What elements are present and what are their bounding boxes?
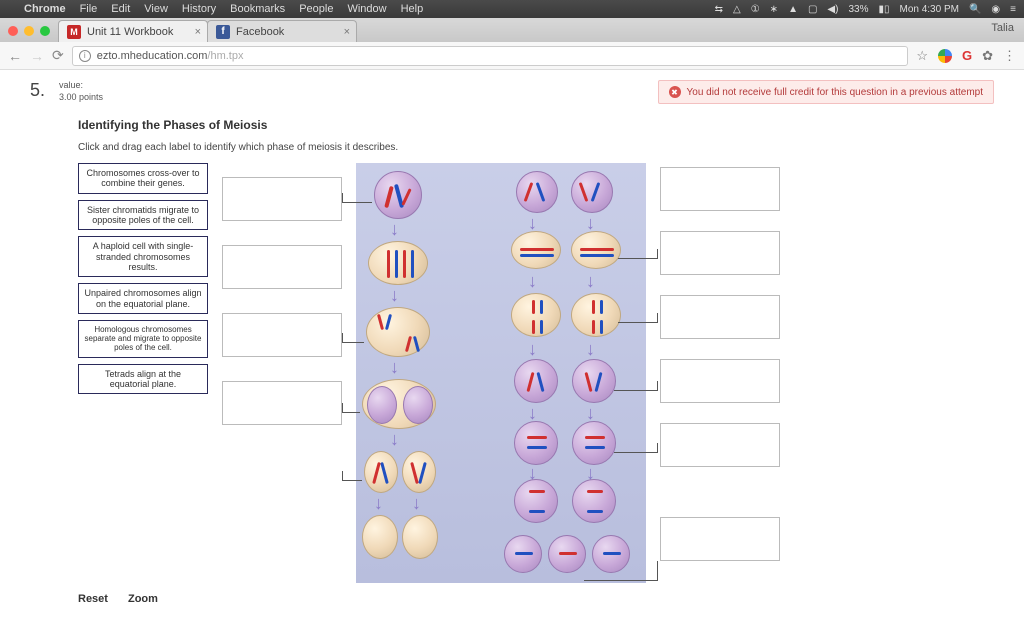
minimize-window[interactable]: [24, 26, 34, 36]
drop-slot[interactable]: [660, 231, 780, 275]
drop-targets-right: [660, 163, 780, 583]
bluetooth-icon[interactable]: ∗: [770, 4, 778, 15]
list-icon[interactable]: ≡: [1010, 4, 1016, 15]
drop-slot[interactable]: [222, 313, 342, 357]
drop-targets-left: [222, 163, 342, 583]
clock-icon[interactable]: ①: [751, 4, 760, 15]
drop-slot[interactable]: [222, 177, 342, 221]
menu-icon[interactable]: ⋮: [1003, 48, 1016, 64]
question-number: 5.: [30, 80, 45, 101]
extension-icon-2[interactable]: ✿: [982, 48, 993, 64]
drag-label[interactable]: Homologous chromosomes separate and migr…: [78, 320, 208, 358]
question-instruction: Click and drag each label to identify wh…: [78, 142, 994, 153]
zoom-button[interactable]: Zoom: [128, 593, 158, 605]
menu-window[interactable]: Window: [347, 3, 386, 15]
favicon-facebook: f: [216, 25, 230, 39]
tab-facebook[interactable]: f Facebook ×: [207, 20, 357, 42]
value-label: value:: [59, 80, 103, 92]
drop-slot[interactable]: [660, 167, 780, 211]
tab-label: Unit 11 Workbook: [87, 26, 173, 38]
menu-history[interactable]: History: [182, 3, 216, 15]
star-icon[interactable]: ☆: [916, 48, 928, 64]
question-title: Identifying the Phases of Meiosis: [78, 118, 994, 132]
browser-tabstrip: M Unit 11 Workbook × f Facebook × Talia: [0, 18, 1024, 42]
search-icon[interactable]: 🔍: [969, 4, 981, 15]
clock-text: Mon 4:30 PM: [899, 4, 958, 15]
favicon-mhe: M: [67, 25, 81, 39]
volume-icon[interactable]: ◀): [827, 4, 838, 15]
url-path: /hm.tpx: [207, 50, 243, 62]
credit-alert: ✖ You did not receive full credit for th…: [658, 80, 994, 104]
drop-slot[interactable]: [660, 517, 780, 561]
address-bar: ← → ⟳ i ezto.mheducation.com/hm.tpx ☆ G …: [0, 42, 1024, 70]
drag-label[interactable]: Unpaired chromosomes align on the equato…: [78, 283, 208, 314]
menu-help[interactable]: Help: [401, 3, 424, 15]
close-window[interactable]: [8, 26, 18, 36]
extension-icon[interactable]: G: [962, 48, 972, 63]
menu-view[interactable]: View: [144, 3, 168, 15]
alert-icon: ✖: [669, 86, 681, 98]
close-tab-icon[interactable]: ×: [195, 26, 201, 38]
battery-icon[interactable]: ▮▯: [878, 4, 889, 15]
label-bank: Chromosomes cross-over to combine their …: [78, 163, 208, 583]
google-icon[interactable]: [938, 49, 952, 63]
profile-name[interactable]: Talia: [991, 22, 1014, 34]
drop-slot[interactable]: [222, 245, 342, 289]
drop-slot[interactable]: [660, 423, 780, 467]
page-content: 5. value: 3.00 points ✖ You did not rece…: [0, 70, 1024, 640]
alert-text: You did not receive full credit for this…: [687, 87, 983, 98]
tab-label: Facebook: [236, 26, 284, 38]
macos-menubar: Chrome File Edit View History Bookmarks …: [0, 0, 1024, 18]
drag-label[interactable]: Tetrads align at the equatorial plane.: [78, 364, 208, 395]
drag-label[interactable]: A haploid cell with single-stranded chro…: [78, 236, 208, 277]
window-controls: [6, 26, 58, 42]
close-tab-icon[interactable]: ×: [344, 26, 350, 38]
meiosis-diagram: ↓ ↓ ↓ ↓: [356, 163, 646, 583]
drag-label[interactable]: Chromosomes cross-over to combine their …: [78, 163, 208, 194]
url-host: ezto.mheducation.com: [97, 50, 208, 62]
menu-people[interactable]: People: [299, 3, 333, 15]
menu-file[interactable]: File: [80, 3, 98, 15]
battery-text: 33%: [848, 4, 868, 15]
url-input[interactable]: i ezto.mheducation.com/hm.tpx: [72, 46, 909, 66]
menu-edit[interactable]: Edit: [111, 3, 130, 15]
drag-label[interactable]: Sister chromatids migrate to opposite po…: [78, 200, 208, 231]
app-name[interactable]: Chrome: [24, 3, 66, 15]
reset-button[interactable]: Reset: [78, 593, 108, 605]
maximize-window[interactable]: [40, 26, 50, 36]
back-button[interactable]: ←: [8, 48, 22, 64]
forward-button[interactable]: →: [30, 48, 44, 64]
site-info-icon[interactable]: i: [79, 50, 91, 62]
sync-icon[interactable]: ⇆: [715, 4, 723, 15]
points-text: 3.00 points: [59, 92, 103, 104]
reload-button[interactable]: ⟳: [52, 47, 64, 64]
drop-slot[interactable]: [660, 295, 780, 339]
tab-workbook[interactable]: M Unit 11 Workbook ×: [58, 20, 208, 42]
notification-icon[interactable]: ◉: [991, 4, 1000, 15]
menu-bookmarks[interactable]: Bookmarks: [230, 3, 285, 15]
wifi-icon[interactable]: ▲: [788, 4, 798, 15]
drop-slot[interactable]: [660, 359, 780, 403]
drop-slot[interactable]: [222, 381, 342, 425]
cloud-icon[interactable]: △: [733, 4, 741, 15]
display-icon[interactable]: ▢: [808, 4, 817, 15]
